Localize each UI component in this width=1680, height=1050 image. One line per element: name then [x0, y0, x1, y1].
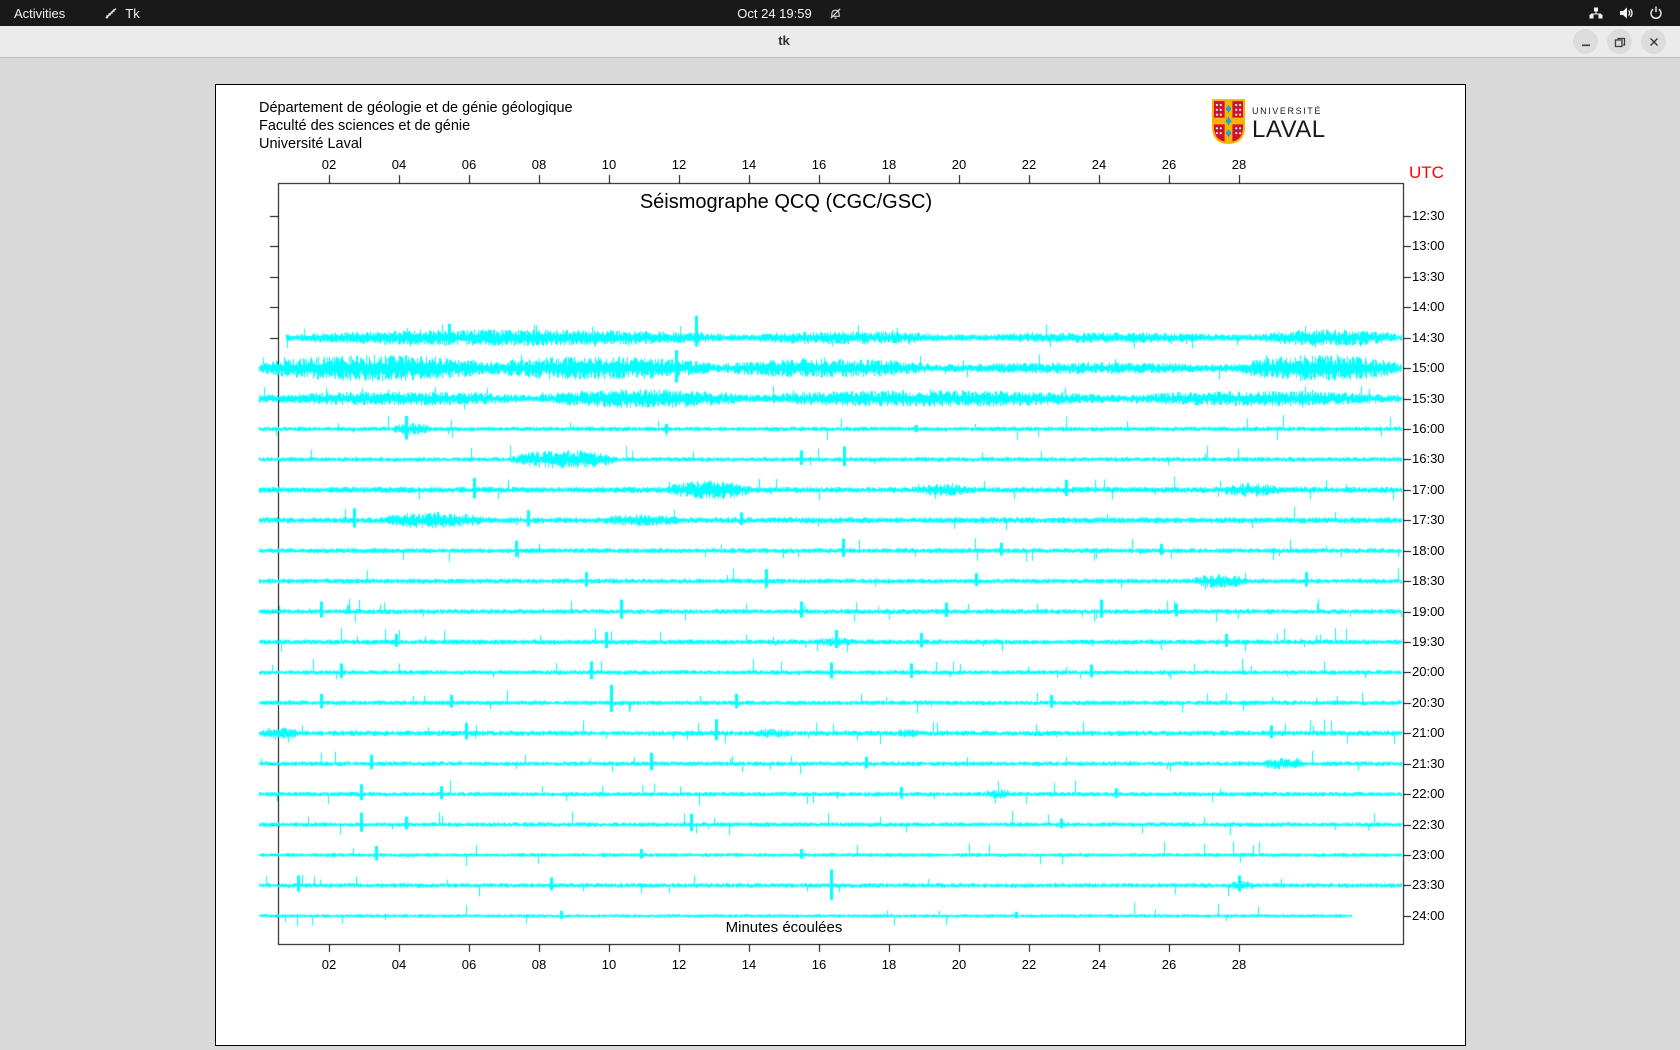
maximize-button[interactable]: [1607, 29, 1632, 54]
utc-tick-label: 22:00: [1412, 786, 1445, 801]
x-tick-label-bottom: 02: [315, 957, 343, 972]
x-tick-label-bottom: 12: [665, 957, 693, 972]
x-tick-label-bottom: 20: [945, 957, 973, 972]
close-button[interactable]: [1641, 29, 1666, 54]
utc-tick-label: 20:30: [1412, 695, 1445, 710]
x-tick-label-top: 06: [455, 157, 483, 172]
logo-word-laval: LAVAL: [1252, 118, 1326, 142]
utc-tick-label: 13:30: [1412, 269, 1445, 284]
notifications-muted-icon: [828, 6, 843, 21]
utc-tick-label: 16:30: [1412, 451, 1445, 466]
x-tick-label-bottom: 06: [455, 957, 483, 972]
x-tick-label-bottom: 04: [385, 957, 413, 972]
x-tick-label-top: 12: [665, 157, 693, 172]
utc-tick-label: 17:30: [1412, 512, 1445, 527]
laval-shield-icon: [1212, 99, 1245, 149]
x-tick-label-top: 04: [385, 157, 413, 172]
x-tick-label-top: 02: [315, 157, 343, 172]
clock-menu[interactable]: Oct 24 19:59: [700, 0, 880, 26]
x-tick-label-top: 14: [735, 157, 763, 172]
org-name-line2: Faculté des sciences et de génie: [259, 117, 470, 135]
utc-tick-label: 19:30: [1412, 634, 1445, 649]
x-tick-label-top: 22: [1015, 157, 1043, 172]
x-tick-label-bottom: 08: [525, 957, 553, 972]
logo-word-universite: UNIVERSITÉ: [1252, 107, 1326, 116]
utc-tick-label: 12:30: [1412, 208, 1445, 223]
x-tick-label-top: 18: [875, 157, 903, 172]
utc-tick-label: 24:00: [1412, 908, 1445, 923]
x-tick-label-bottom: 16: [805, 957, 833, 972]
x-tick-label-top: 28: [1225, 157, 1253, 172]
x-tick-label-top: 24: [1085, 157, 1113, 172]
network-wired-icon: [1588, 5, 1604, 21]
tk-window-content: Département de géologie et de génie géol…: [0, 58, 1680, 1050]
x-tick-label-top: 16: [805, 157, 833, 172]
utc-tick-label: 23:00: [1412, 847, 1445, 862]
clock-label: Oct 24 19:59: [737, 6, 811, 21]
seismograph-panel: Département de géologie et de génie géol…: [215, 84, 1466, 1046]
org-name-line3: Université Laval: [259, 135, 362, 153]
x-tick-label-bottom: 18: [875, 957, 903, 972]
system-status-menu[interactable]: [1580, 0, 1672, 26]
desktop: Activities Tk Oct 24 19:59: [0, 0, 1680, 1050]
window-title: tk: [760, 33, 808, 48]
utc-tick-label: 20:00: [1412, 664, 1445, 679]
utc-tick-label: 15:00: [1412, 360, 1445, 375]
plot-title: Séismographe QCQ (CGC/GSC): [586, 191, 986, 214]
app-menu[interactable]: Tk: [89, 0, 153, 26]
utc-tick-label: 19:00: [1412, 604, 1445, 619]
x-tick-label-bottom: 14: [735, 957, 763, 972]
x-tick-label-bottom: 22: [1015, 957, 1043, 972]
x-tick-label-bottom: 26: [1155, 957, 1183, 972]
x-tick-label-bottom: 24: [1085, 957, 1113, 972]
seismograph-plot: [216, 85, 1467, 1047]
top-bar: Activities Tk Oct 24 19:59: [0, 0, 1680, 26]
x-tick-label-bottom: 10: [595, 957, 623, 972]
utc-tick-label: 18:00: [1412, 543, 1445, 558]
power-icon: [1648, 5, 1664, 21]
universite-laval-logo: UNIVERSITÉ LAVAL: [1212, 99, 1326, 149]
utc-tick-label: 23:30: [1412, 877, 1445, 892]
org-name-line1: Département de géologie et de génie géol…: [259, 99, 573, 117]
utc-tick-label: 14:30: [1412, 330, 1445, 345]
x-axis-title: Minutes écoulées: [634, 919, 934, 936]
utc-tick-label: 21:30: [1412, 756, 1445, 771]
x-tick-label-top: 10: [595, 157, 623, 172]
utc-tick-label: 14:00: [1412, 299, 1445, 314]
app-menu-label: Tk: [125, 6, 139, 21]
minimize-button[interactable]: [1573, 29, 1598, 54]
utc-tick-label: 16:00: [1412, 421, 1445, 436]
window-titlebar[interactable]: tk: [0, 26, 1680, 58]
x-tick-label-top: 08: [525, 157, 553, 172]
x-tick-label-top: 26: [1155, 157, 1183, 172]
utc-tick-label: 21:00: [1412, 725, 1445, 740]
utc-axis-title: UTC: [1409, 163, 1444, 183]
tk-feather-icon: [103, 6, 118, 21]
activities-button[interactable]: Activities: [0, 0, 79, 26]
x-tick-label-top: 20: [945, 157, 973, 172]
utc-tick-label: 15:30: [1412, 391, 1445, 406]
utc-tick-label: 22:30: [1412, 817, 1445, 832]
x-tick-label-bottom: 28: [1225, 957, 1253, 972]
utc-tick-label: 18:30: [1412, 573, 1445, 588]
utc-tick-label: 13:00: [1412, 238, 1445, 253]
utc-tick-label: 17:00: [1412, 482, 1445, 497]
volume-icon: [1618, 5, 1634, 21]
